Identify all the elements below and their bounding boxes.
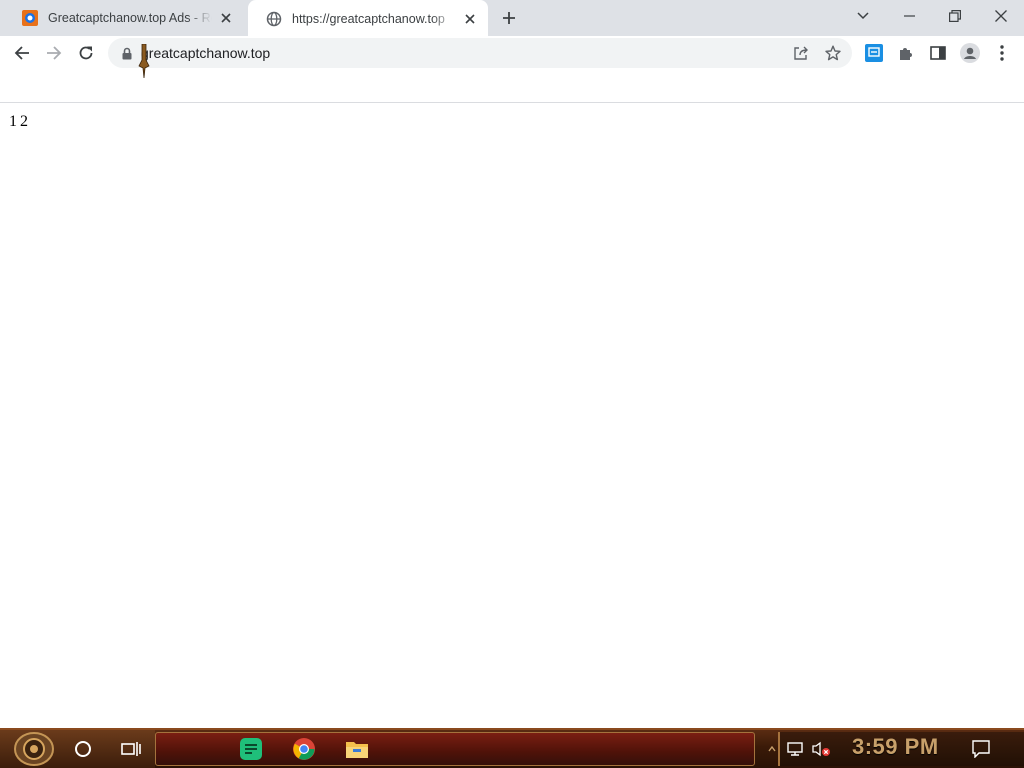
- task-view-icon[interactable]: [116, 734, 146, 764]
- profile-avatar-icon[interactable]: [954, 37, 986, 69]
- address-bar[interactable]: greatcaptchanow.top: [108, 38, 852, 68]
- close-window-button[interactable]: [978, 0, 1024, 32]
- close-tab-icon[interactable]: [218, 10, 234, 26]
- tab-strip: Greatcaptchanow.top Ads - Re https://gre…: [0, 0, 1024, 37]
- tab-title: Greatcaptchanow.top Ads - Re: [48, 11, 212, 25]
- extension-translate-icon[interactable]: [858, 37, 890, 69]
- forward-button[interactable]: [38, 37, 70, 69]
- bookmark-star-icon[interactable]: [821, 41, 845, 65]
- file-explorer-icon[interactable]: [342, 734, 372, 764]
- page-item-1: 1: [9, 113, 17, 130]
- reload-button[interactable]: [70, 37, 102, 69]
- site-favicon-icon: [22, 10, 38, 26]
- lock-icon[interactable]: [119, 45, 135, 61]
- share-icon[interactable]: [789, 41, 813, 65]
- notes-app-icon[interactable]: [236, 734, 266, 764]
- taskbar-clock[interactable]: 3:59 PM: [852, 734, 939, 760]
- menu-kebab-icon[interactable]: [986, 37, 1018, 69]
- network-icon[interactable]: [782, 734, 808, 764]
- extensions-puzzle-icon[interactable]: [890, 37, 922, 69]
- chrome-icon[interactable]: [289, 734, 319, 764]
- minimize-button[interactable]: [886, 0, 932, 32]
- search-circle-icon[interactable]: [68, 734, 98, 764]
- tab-title: https://greatcaptchanow.top: [292, 11, 445, 26]
- page-item-2: 2: [20, 113, 28, 130]
- tab-search-chevron-icon[interactable]: [840, 0, 886, 32]
- new-tab-button[interactable]: [497, 6, 521, 30]
- mouse-cursor-icon: [138, 43, 150, 79]
- globe-icon: [266, 11, 282, 27]
- page-body: 12: [9, 113, 31, 131]
- url-text[interactable]: greatcaptchanow.top: [141, 45, 270, 61]
- show-hidden-icons-icon[interactable]: [762, 734, 782, 764]
- back-button[interactable]: [6, 37, 38, 69]
- browser-toolbar: greatcaptchanow.top: [0, 36, 1024, 103]
- close-tab-icon[interactable]: [462, 11, 478, 27]
- restore-button[interactable]: [932, 0, 978, 32]
- start-button-icon[interactable]: [12, 732, 56, 766]
- notifications-icon[interactable]: [966, 734, 996, 764]
- tab-current[interactable]: https://greatcaptchanow.top: [248, 0, 488, 37]
- volume-muted-icon[interactable]: [808, 734, 834, 764]
- tab-ads[interactable]: Greatcaptchanow.top Ads - Re: [4, 0, 244, 36]
- side-panel-icon[interactable]: [922, 37, 954, 69]
